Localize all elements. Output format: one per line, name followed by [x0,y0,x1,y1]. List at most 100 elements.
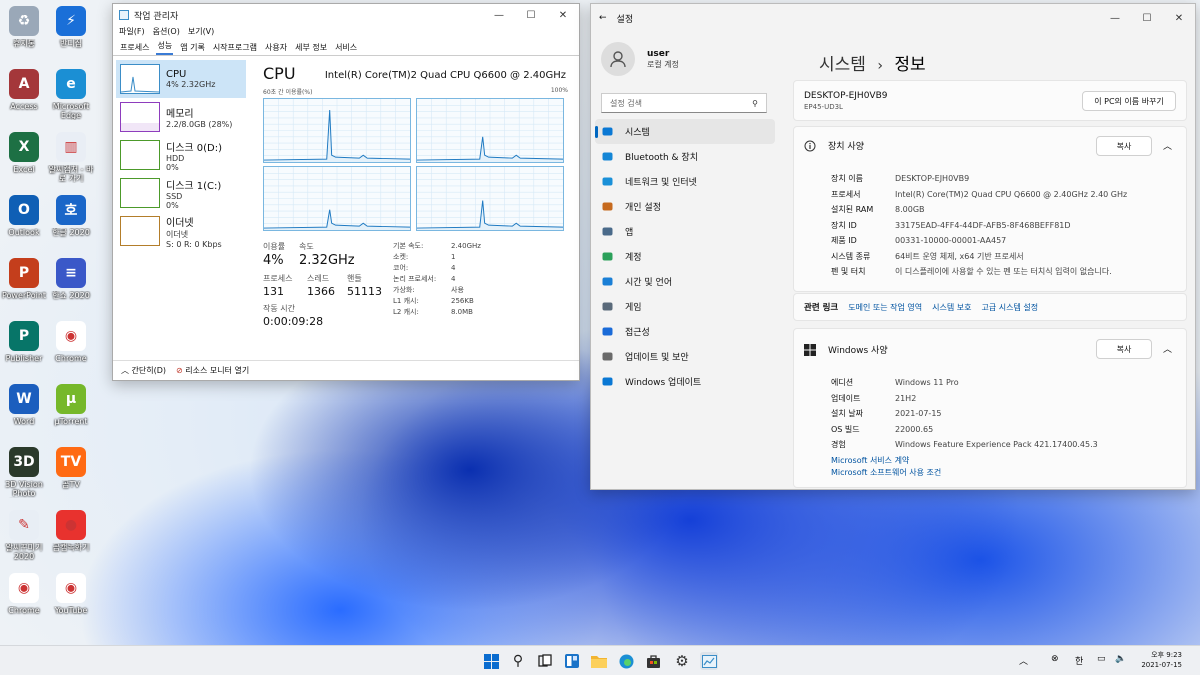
desktop-icon[interactable]: µ µTorrent [47,384,95,444]
desktop-icon[interactable]: ✎ 알씨꾸미기 2020 [0,510,48,570]
desktop-icon[interactable]: ♻ 휴지통 [0,6,48,66]
pc-name: DESKTOP-EJH0VB9 [804,91,888,101]
tab-startup[interactable]: 시작프로그램 [212,42,258,55]
desktop-icon[interactable]: ◉ Chrome [47,321,95,381]
desktop-icon[interactable]: ≡ 한쇼 2020 [47,258,95,318]
desktop-icon[interactable]: A Access [0,69,48,129]
tab-details[interactable]: 세부 정보 [294,42,328,55]
desktop-icon[interactable]: P Publisher [0,321,48,381]
file-explorer-button[interactable] [590,652,608,670]
cpu-core-plot [264,167,410,230]
desktop-icon[interactable]: 3D 3D Vision Photo Viewer [0,447,48,507]
menu-view[interactable]: 보기(V) [188,26,214,40]
desktop-icon[interactable]: 호 한글 2020 [47,195,95,255]
nav-item[interactable]: Windows 업데이트 [595,369,775,394]
resource-name: 디스크 0(D:) [166,142,223,154]
desktop-icon[interactable]: O Outlook [0,195,48,255]
desktop-icon[interactable]: ⚡ 반디집 [47,6,95,66]
folder-icon [591,656,607,668]
clock[interactable]: 오후 9:23 2021-07-15 [1141,650,1182,670]
settings-window[interactable]: ← 설정 — ☐ ✕ user 로컬 계정 설정 검색 ⚲ 시스템 Bluetoo… [590,3,1196,490]
desktop-icon[interactable]: W Word [0,384,48,444]
chevron-up-icon[interactable]: ︿ [1163,139,1172,152]
menu-file[interactable]: 파일(F) [119,26,145,40]
menu-options[interactable]: 옵션(O) [153,26,180,40]
services-agreement-link[interactable]: Microsoft 서비스 계약 [831,455,941,467]
license-terms-link[interactable]: Microsoft 소프트웨어 사용 조건 [831,467,941,479]
nav-item[interactable]: 게임 [595,294,775,319]
tab-services[interactable]: 서비스 [334,42,358,55]
rename-pc-button[interactable]: 이 PC의 이름 바꾸기 [1082,91,1176,111]
device-specs-header[interactable]: 장치 사양 [804,139,864,152]
maximize-button[interactable]: ☐ [515,10,547,21]
tab-processes[interactable]: 프로세스 [119,42,150,55]
tab-app-history[interactable]: 앱 기록 [179,42,206,55]
nav-item[interactable]: 앱 [595,219,775,244]
search-button[interactable]: ⚲ [509,652,527,670]
tab-performance[interactable]: 성능 [156,40,174,55]
cpu-core-plot [264,99,410,162]
fewer-details-link[interactable]: ︿ 간단히(D) [121,365,166,376]
nav-item[interactable]: 접근성 [595,319,775,344]
nav-item[interactable]: 네트워크 및 인터넷 [595,169,775,194]
minimize-button[interactable]: — [483,10,515,21]
ime-language-indicator[interactable]: 한 [1075,654,1083,667]
utilization-label: 이용률 [263,242,286,251]
desktop-icon[interactable]: ◉ Chrome [0,573,48,633]
store-button[interactable] [644,652,662,670]
desktop-icon[interactable]: X Excel [0,132,48,192]
desktop-icon[interactable]: TV 곰TV [47,447,95,507]
nav-item[interactable]: 시스템 [595,119,775,144]
settings-taskbar-button[interactable]: ⚙ [673,652,691,670]
network-icon[interactable]: ▭ [1097,654,1106,664]
resource-item[interactable]: 메모리 2.2/8.0GB (28%) [116,98,246,136]
task-manager-taskbar-button[interactable] [700,652,718,670]
system-protection-link[interactable]: 시스템 보호 [932,302,971,313]
task-manager-titlebar[interactable]: 작업 관리자 — ☐ ✕ [113,4,579,26]
settings-titlebar[interactable]: ← 설정 — ☐ ✕ [591,4,1195,32]
nav-item[interactable]: 업데이트 및 보안 [595,344,775,369]
search-icon: ⚲ [752,98,758,108]
app-tray-icon[interactable]: ⊗ [1051,654,1059,664]
widgets-button[interactable] [563,652,581,670]
back-arrow-icon[interactable]: ← [599,13,607,23]
tab-users[interactable]: 사용자 [264,42,288,55]
nav-item[interactable]: 시간 및 언어 [595,269,775,294]
breadcrumb-parent[interactable]: 시스템 [819,55,866,75]
chevron-up-icon[interactable]: ︿ [1019,654,1028,667]
start-button[interactable] [482,652,500,670]
user-profile[interactable]: user 로컬 계정 [601,42,679,76]
edge-button[interactable] [617,652,635,670]
close-button[interactable]: ✕ [1163,13,1195,24]
settings-search-input[interactable]: 설정 검색 ⚲ [601,93,767,113]
domain-workgroup-link[interactable]: 도메인 또는 작업 영역 [848,302,922,313]
maximize-button[interactable]: ☐ [1131,13,1163,24]
resource-monitor-link[interactable]: ⊘ 리소스 모니터 열기 [176,365,249,376]
windows-specs-header[interactable]: Windows 사양 [804,343,888,356]
nav-item-label: 시스템 [625,128,650,138]
resource-item[interactable]: 디스크 1(C:) SSD 0% [116,174,246,212]
spec-row: 시스템 종류 64비트 운영 체제, x64 기반 프로세서 [831,249,1181,265]
advanced-system-settings-link[interactable]: 고급 시스템 설정 [981,302,1038,313]
nav-item[interactable]: 계정 [595,244,775,269]
desktop-icon[interactable]: ▥ 알씨캡처 - 바로 가기 [47,132,95,192]
nav-item[interactable]: Bluetooth & 장치 [595,144,775,169]
copy-device-specs-button[interactable]: 복사 [1096,136,1152,156]
desktop-icon[interactable]: e Microsoft Edge [47,69,95,129]
chevron-up-icon[interactable]: ︿ [1163,342,1172,355]
desktop-icon-label: Chrome [8,606,40,615]
copy-windows-specs-button[interactable]: 복사 [1096,339,1152,359]
nav-item[interactable]: 개인 설정 [595,194,775,219]
task-view-button[interactable] [536,652,554,670]
close-button[interactable]: ✕ [547,10,579,21]
resource-item[interactable]: CPU 4% 2.32GHz [116,60,246,98]
resource-item[interactable]: 디스크 0(D:) HDD 0% [116,136,246,174]
minimize-button[interactable]: — [1099,13,1131,24]
desktop-icon[interactable]: ● 곰캠녹화기 [47,510,95,570]
desktop-icon[interactable]: P PowerPoint [0,258,48,318]
task-manager-window[interactable]: 작업 관리자 — ☐ ✕ 파일(F) 옵션(O) 보기(V) 프로세스 성능 앱… [112,3,580,381]
desktop-icon[interactable]: ◉ YouTube [47,573,95,633]
resource-item[interactable]: 이더넷 이더넷 S: 0 R: 0 Kbps [116,212,246,250]
desktop-icon-label: Word [13,417,35,426]
volume-icon[interactable]: 🔈 [1115,654,1126,664]
